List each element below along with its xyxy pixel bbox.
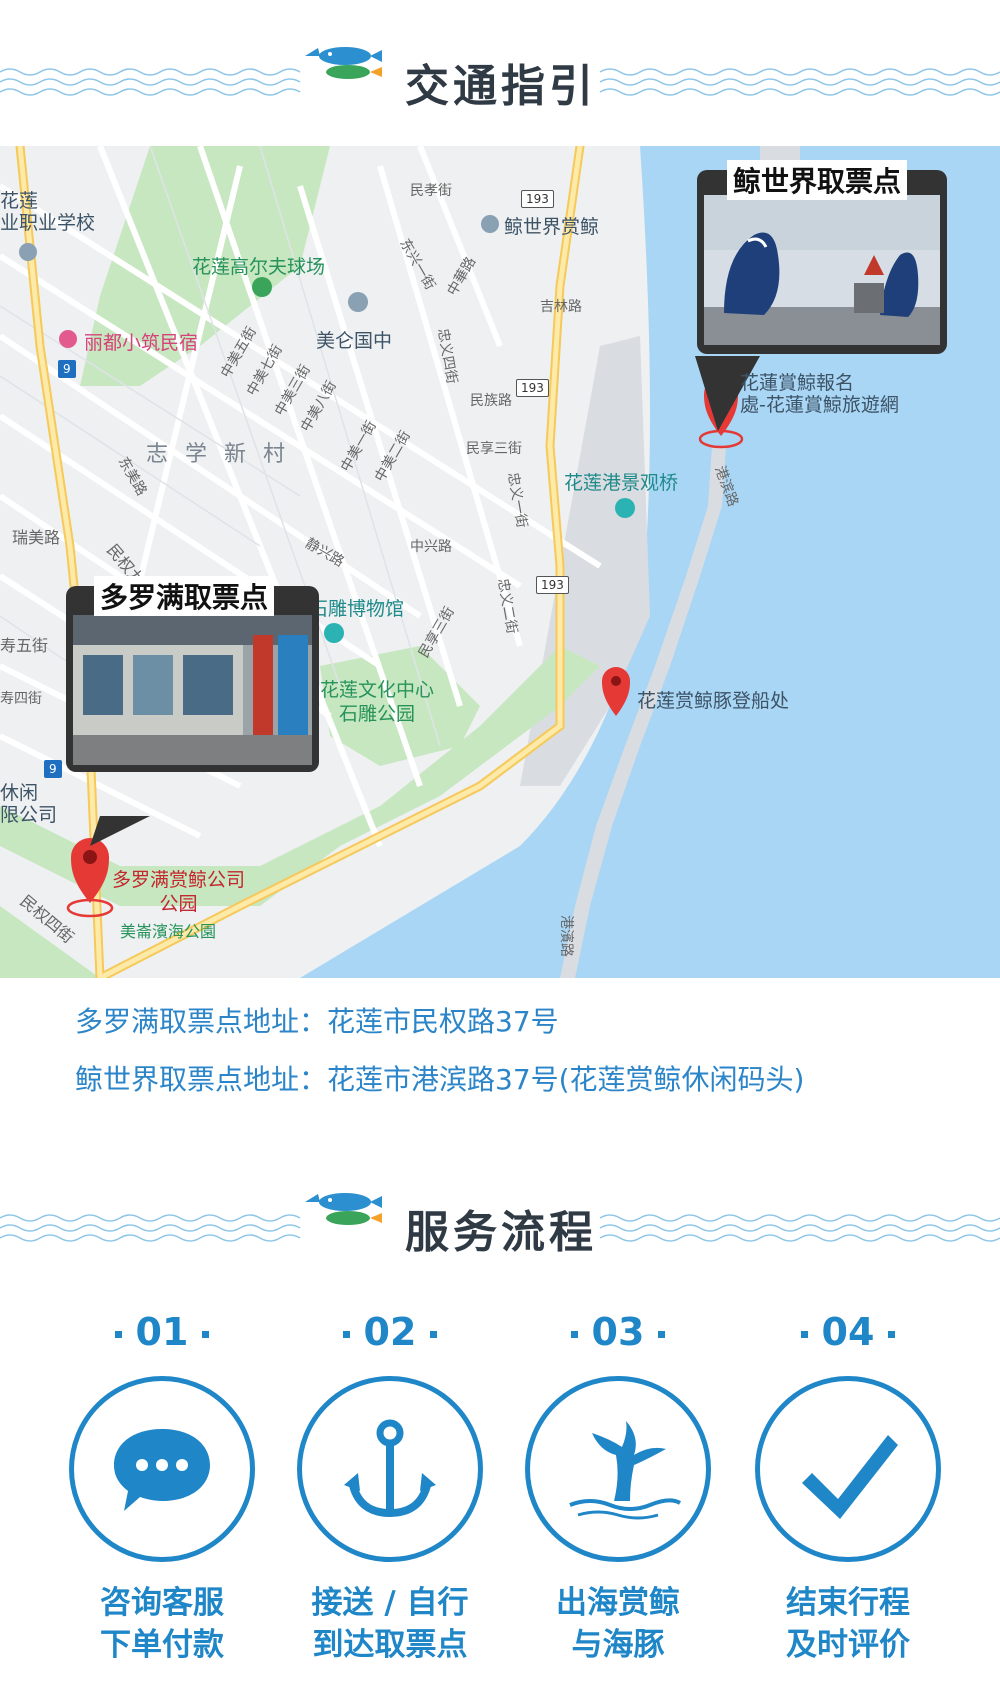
map-view[interactable]: 花莲 业职业学校 鲸世界赏鲸 花莲高尔夫球场 丽都小筑民宿 美仑国中 志 学 新… bbox=[0, 146, 1000, 978]
step-1: 01 咨询客服 下单付款 bbox=[52, 1310, 272, 1670]
map-label-zhixue: 志 学 新 村 bbox=[146, 442, 290, 467]
step-number: 01 bbox=[52, 1310, 272, 1354]
map-label-golf: 花莲高尔夫球场 bbox=[192, 256, 326, 278]
service-header: 服务流程 bbox=[0, 1176, 1000, 1286]
callout-title-jingshijie: 鲸世界取票点 bbox=[727, 160, 908, 200]
map-label-xiuxian: 休闲 限公司 bbox=[0, 782, 58, 826]
step-circle bbox=[525, 1376, 711, 1562]
map-label-culture-center: 花莲文化中心 石雕公园 bbox=[320, 679, 435, 725]
road-label: 民族路 bbox=[470, 393, 512, 409]
step-3: 03 出海赏鲸 与海豚 bbox=[508, 1310, 728, 1670]
step-2: 02 接送 / 自行 到达取票点 bbox=[280, 1310, 500, 1670]
step-number: 02 bbox=[280, 1310, 500, 1354]
anchor-icon bbox=[344, 1419, 436, 1518]
address-jingshijie: 鲸世界取票点地址：花莲市港滨路37号(花莲赏鲸休闲码头) bbox=[75, 1063, 805, 1096]
route-shield-9: 9 bbox=[44, 760, 62, 778]
callout-jingshijie[interactable]: 鲸世界取票点 bbox=[697, 160, 947, 354]
map-label-school: 花莲 业职业学校 bbox=[0, 190, 96, 234]
road-label: 寿四街 bbox=[0, 691, 42, 707]
chat-bubble-icon bbox=[114, 1429, 210, 1511]
map-label-booking: 花蓮賞鯨報名 處-花蓮賞鯨旅遊網 bbox=[740, 372, 899, 416]
map-pin-duoluoman bbox=[66, 838, 114, 918]
map-label-whale-world: 鲸世界赏鲸 bbox=[504, 216, 600, 238]
road-label: 民孝街 bbox=[410, 183, 452, 199]
road-label: 中兴路 bbox=[410, 539, 452, 555]
route-shield-9: 9 bbox=[58, 360, 76, 378]
road-label: 瑞美路 bbox=[12, 528, 61, 547]
address-duoluoman: 多罗满取票点地址：花莲市民权路37号 bbox=[75, 1005, 559, 1038]
road-label: 吉林路 bbox=[540, 299, 582, 315]
callout-duoluoman[interactable]: 多罗满取票点 bbox=[66, 576, 319, 772]
map-label-meilun-park: 美崙濱海公園 bbox=[120, 922, 217, 941]
checkmark-icon bbox=[802, 1435, 898, 1519]
step-circle bbox=[69, 1376, 255, 1562]
service-title: 服务流程 bbox=[405, 1207, 597, 1258]
map-label-harbor-bridge: 花莲港景观桥 bbox=[564, 472, 679, 494]
route-shield-193: 193 bbox=[521, 190, 554, 208]
route-shield-193: 193 bbox=[516, 379, 549, 397]
route-shield-193: 193 bbox=[536, 576, 569, 594]
step-circle bbox=[755, 1376, 941, 1562]
step-number: 03 bbox=[508, 1310, 728, 1354]
transport-title: 交通指引 bbox=[405, 61, 597, 112]
road-label: 民享三街 bbox=[466, 441, 522, 457]
step-label: 结束行程 及时评价 bbox=[786, 1585, 910, 1663]
whale-tail-icon bbox=[569, 1421, 682, 1520]
map-label-duoluoman-pin: 多罗满赏鲸公司 公园 bbox=[112, 869, 246, 915]
step-circle bbox=[297, 1376, 483, 1562]
transport-header: 交通指引 bbox=[0, 30, 1000, 140]
fish-icon bbox=[305, 1193, 382, 1225]
map-label-boarding: 花莲赏鲸豚登船处 bbox=[637, 690, 790, 712]
map-label-meilun: 美仑国中 bbox=[316, 330, 393, 352]
map-label-liduxiaozhu: 丽都小筑民宿 bbox=[84, 332, 199, 354]
step-label: 出海赏鲸 与海豚 bbox=[556, 1585, 680, 1663]
step-4: 04 结束行程 及时评价 bbox=[738, 1310, 958, 1670]
step-number: 04 bbox=[738, 1310, 958, 1354]
step-label: 咨询客服 下单付款 bbox=[100, 1585, 224, 1663]
fish-icon bbox=[305, 47, 382, 79]
photo-whale-gate bbox=[704, 195, 940, 345]
step-label: 接送 / 自行 到达取票点 bbox=[311, 1585, 469, 1663]
callout-title-duoluoman: 多罗满取票点 bbox=[94, 576, 275, 616]
photo-duoluoman-shop bbox=[73, 615, 312, 765]
road-label: 港濱路 bbox=[558, 915, 574, 957]
road-label: 寿五街 bbox=[0, 636, 49, 655]
